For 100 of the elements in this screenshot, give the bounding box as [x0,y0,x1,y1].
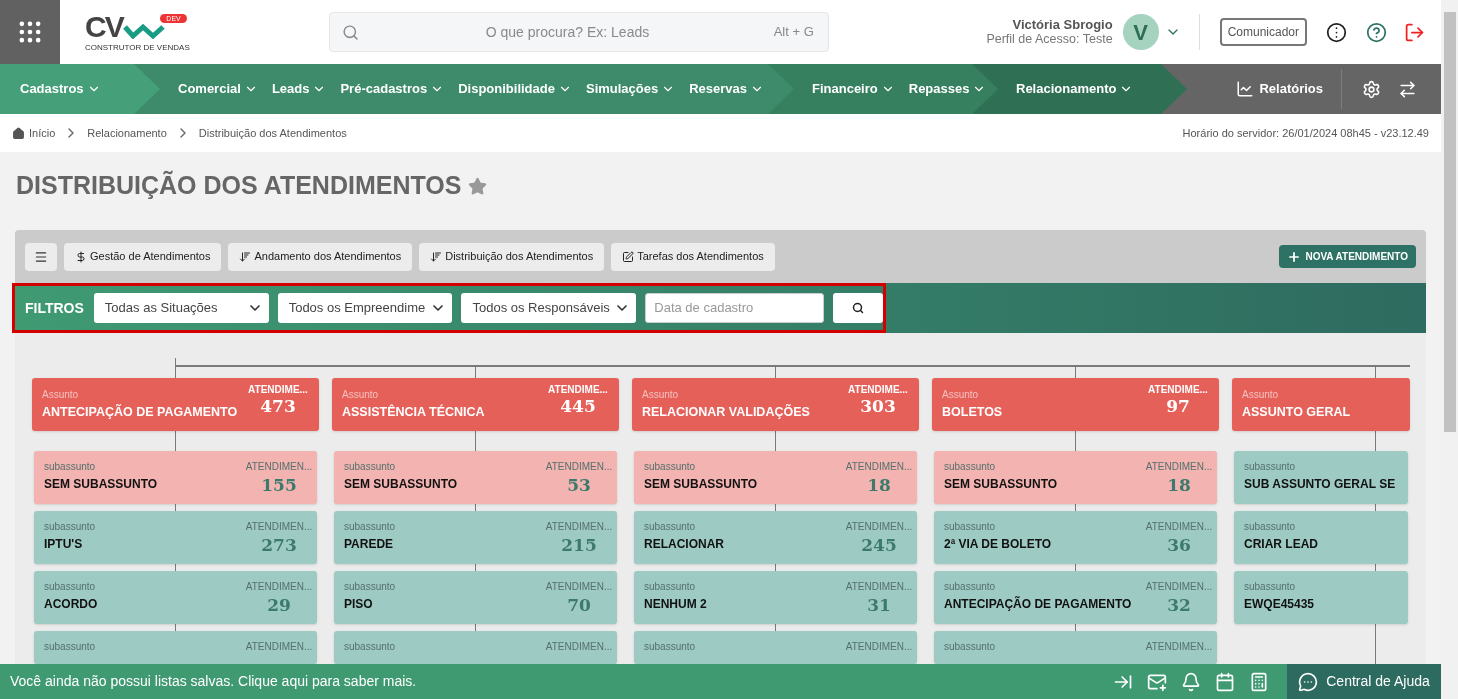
subject-label: subassunto [44,581,97,593]
subject-count: 303 [860,396,896,416]
subject-label: subassunto [344,641,396,653]
toolbar-button[interactable]: Andamento dos Atendimentos [228,242,413,271]
toolbar-button[interactable]: Tarefas dos Atendimentos [611,242,775,271]
calendar-icon[interactable] [1215,671,1235,692]
logo-tagline: CONSTRUTOR DE VENDAS [85,41,190,53]
subject-label: Assunto [342,389,380,401]
count-label: ATENDIMEN... [1145,641,1213,653]
filter-select[interactable]: Todos os Responsáveis [461,293,637,323]
communicator-button[interactable]: Comunicador [1219,18,1307,46]
subject-label: subassunto [944,461,997,473]
subject-count: 36 [1167,534,1191,556]
nav-menu-item[interactable]: Simulações [585,79,676,99]
search-button[interactable] [833,293,883,323]
subject-name: ANTECIPAÇÃO DE PAGAMENTO [42,404,238,420]
nav-menu-item[interactable]: Pré-cadastros [340,79,445,99]
count-label: ATENDIME... [248,384,308,396]
new-service-button[interactable]: NOVA ATENDIMENTO [1279,245,1416,268]
subject-label: subassunto [344,521,396,533]
nav-menu-item[interactable]: Relacionamento [1016,79,1134,99]
count-label: ATENDIMEN... [245,641,313,653]
breadcrumb-link[interactable]: Distribuição dos Atendimentos [198,124,347,142]
subject-card[interactable]: subassunto PISO ATENDIMEN... 70 [334,571,617,624]
line-chart-icon [1236,80,1255,98]
nav-menu-item[interactable]: Disponibilidade [458,79,572,99]
breadcrumb-link[interactable]: Início [29,124,56,142]
subject-name: PISO [344,596,374,612]
nav-menu-item[interactable]: Repasses [908,79,987,99]
swap-icon[interactable] [1398,79,1417,99]
subject-card[interactable]: subassunto SEM SUBASSUNTO ATENDIMEN... 155 [34,451,317,504]
filter-select[interactable]: Todas as Situações [93,293,269,323]
subject-card[interactable]: subassunto SUB ASSUNTO GERAL SE [1234,451,1408,504]
subject-name: PAREDE [344,536,395,552]
subject-count: 29 [267,594,291,616]
search-icon [852,302,865,314]
subject-label: subassunto [1244,521,1297,533]
toolbar-button[interactable]: Distribuição dos Atendimentos [419,242,605,271]
breadcrumb-link[interactable]: Relacionamento [87,124,167,142]
subject-count: 273 [261,534,297,556]
subject-count: 245 [861,534,897,556]
subject-name: NENHUM 2 [644,596,707,612]
logout-icon[interactable] [1404,21,1425,43]
subject-name: BOLETOS [942,404,1003,420]
count-label: ATENDIMEN... [845,461,913,473]
search-icon [341,23,359,41]
subject-count: 31 [867,594,891,616]
subject-label: Assunto [42,389,80,401]
count-label: ATENDIME... [848,384,908,396]
subject-card[interactable]: subassunto SEM SUBASSUNTO ATENDIMEN... 18 [634,451,917,504]
subject-card[interactable]: subassunto SEM SUBASSUNTO ATENDIMEN... 18 [934,451,1217,504]
subject-count: 70 [567,594,591,616]
count-label: ATENDIMEN... [845,521,913,533]
star-icon[interactable] [468,176,488,196]
help-icon[interactable] [1366,21,1387,43]
user-avatar[interactable]: V [1122,14,1159,50]
subject-card[interactable]: subassunto ANTECIPAÇÃO DE PAGAMENTO ATENDIMEN... 32 [934,571,1217,624]
count-label: ATENDIME... [548,384,608,396]
subject-card[interactable]: subassunto PAREDE ATENDIMEN... 215 [334,511,617,564]
subject-card[interactable]: subassunto EWQE45435 [1234,571,1408,624]
subject-name: 2ª VIA DE BOLETO [944,536,1052,552]
calculator-icon[interactable] [1249,671,1269,692]
settings-icon[interactable] [1362,79,1381,99]
subject-count: 18 [867,474,891,496]
subject-name: RELACIONAR [644,536,724,552]
bell-icon[interactable] [1181,671,1201,692]
subject-label: subassunto [944,641,996,653]
nav-menu-item[interactable]: Financeiro [812,79,895,99]
menu-button[interactable] [25,242,57,271]
count-label: ATENDIMEN... [1145,521,1213,533]
scrollbar-thumb[interactable] [1443,12,1456,432]
subject-name: IPTU'S [44,536,84,552]
count-label: ATENDIMEN... [845,581,913,593]
logo-mark: CV [85,11,123,42]
count-label: ATENDIMEN... [1145,581,1213,593]
menu-icon [34,249,48,264]
subject-label: Assunto [1242,389,1280,401]
apps-menu-button[interactable] [0,0,60,64]
count-label: ATENDIMEN... [545,521,613,533]
subject-card[interactable]: subassunto RELACIONAR ATENDIMEN... 245 [634,511,917,564]
home-icon [12,126,25,140]
nav-menu-item[interactable]: Leads [271,79,327,99]
subject-card[interactable]: subassunto SEM SUBASSUNTO ATENDIMEN... 53 [334,451,617,504]
nav-menu-item[interactable]: Comercial [178,79,258,99]
subject-count: 445 [560,396,596,416]
count-label: ATENDIMEN... [245,461,313,473]
subject-card[interactable]: subassunto IPTU'S ATENDIMEN... 273 [34,511,317,564]
edit-icon [622,250,635,263]
more-options-icon[interactable] [1326,21,1347,43]
toolbar-button[interactable]: Gestão de Atendimentos [64,242,222,271]
subject-card[interactable]: subassunto ACORDO ATENDIMEN... 29 [34,571,317,624]
subject-card[interactable]: subassunto NENHUM 2 ATENDIMEN... 31 [634,571,917,624]
count-label: ATENDIMEN... [1145,461,1213,473]
subject-card[interactable]: subassunto CRIAR LEAD [1234,511,1408,564]
reports-link[interactable]: Relatórios [1236,79,1323,99]
filter-select[interactable]: Todos os Empreendime [277,293,453,323]
nav-menu-item[interactable]: Reservas [689,79,765,99]
help-center-button[interactable]: Central de Ajuda [1287,664,1441,699]
subject-label: subassunto [344,581,396,593]
subject-card[interactable]: subassunto 2ª VIA DE BOLETO ATENDIMEN... 36 [934,511,1217,564]
